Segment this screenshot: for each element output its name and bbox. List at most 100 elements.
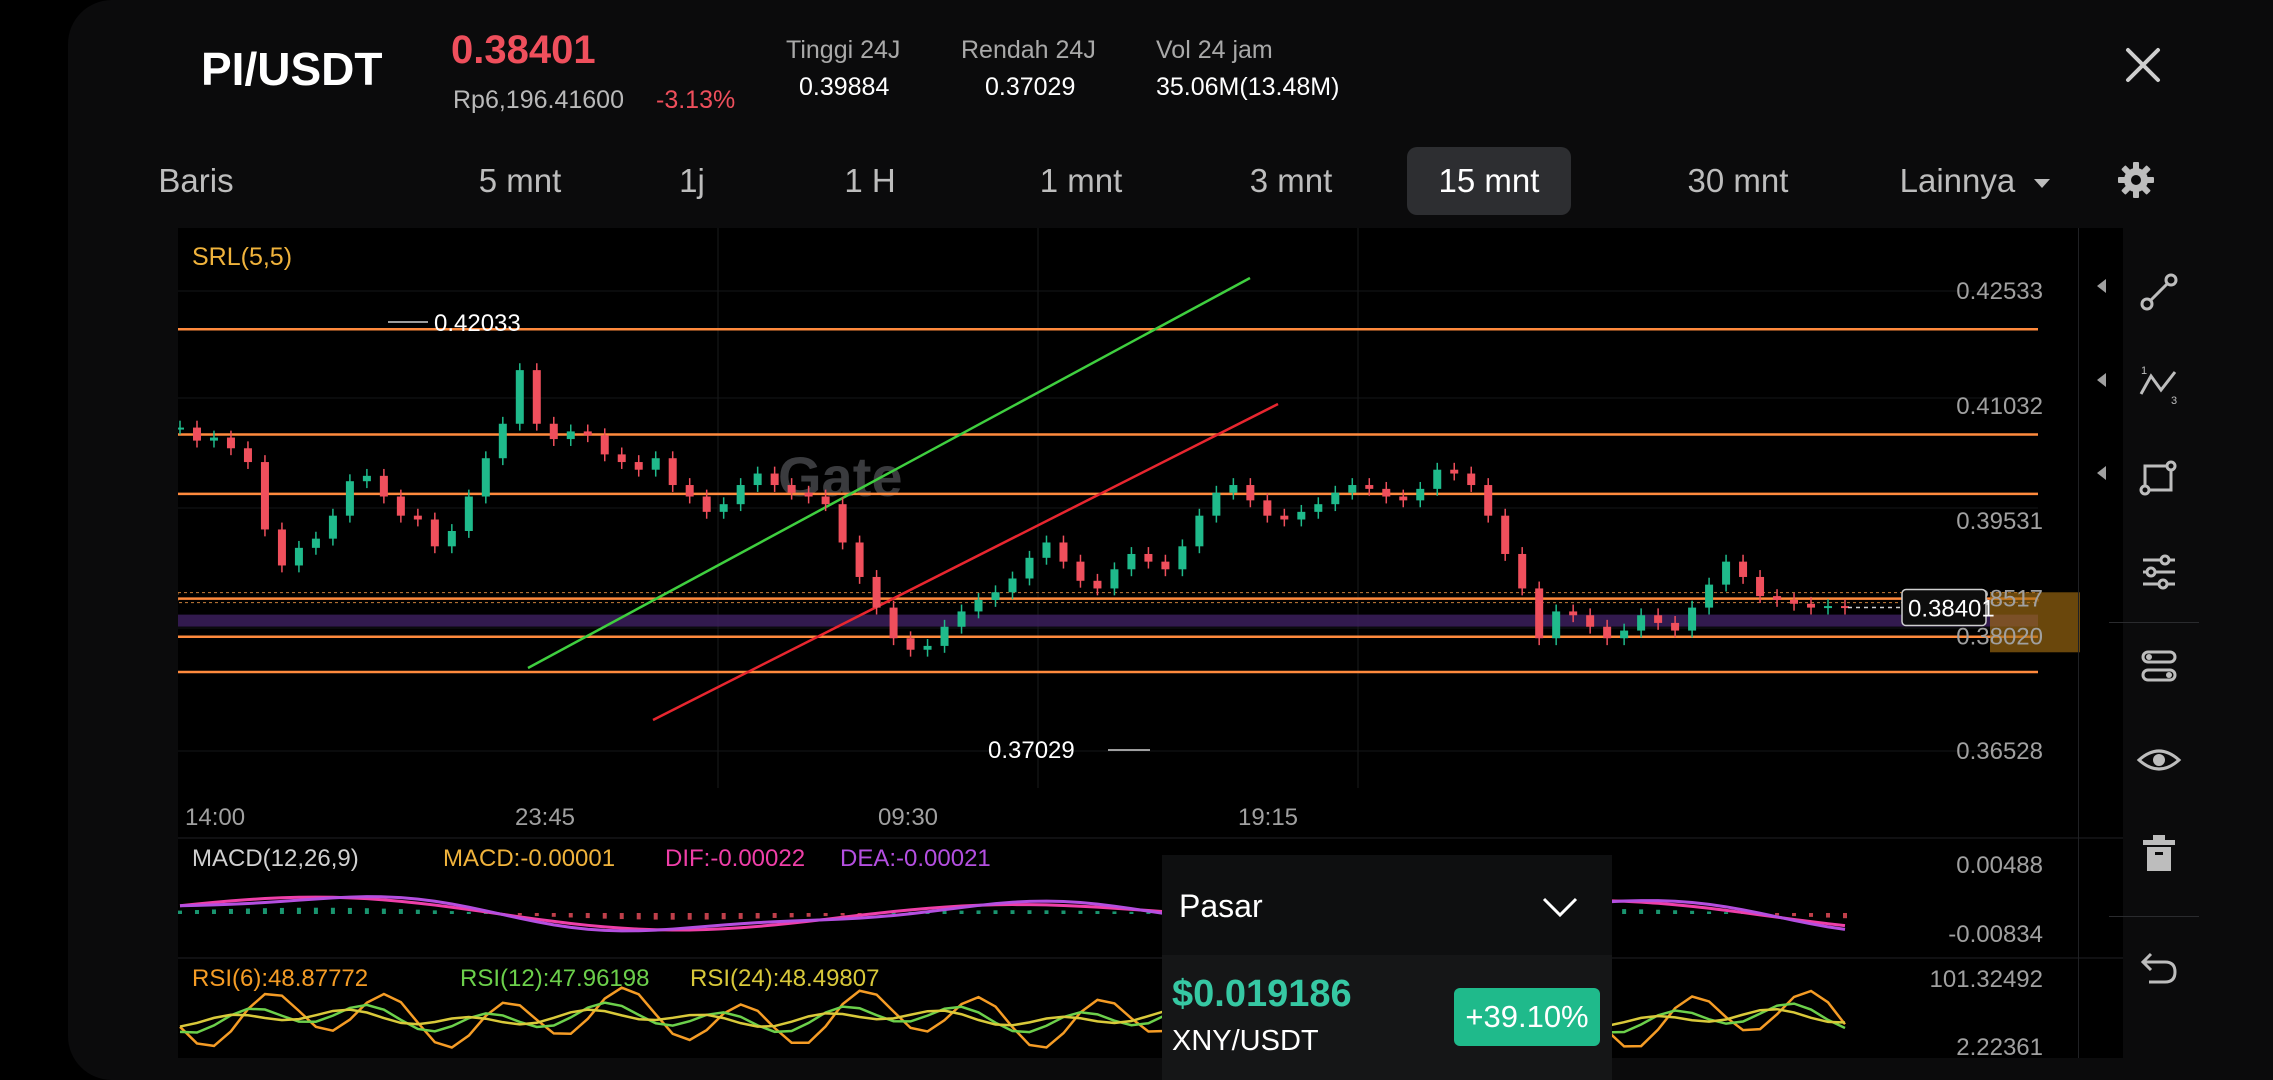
undo-icon[interactable] xyxy=(2135,946,2183,994)
expand-arrow-icon[interactable] xyxy=(2097,279,2106,293)
svg-text:3: 3 xyxy=(2171,395,2177,407)
indicator-tool-icon[interactable] xyxy=(2135,642,2183,690)
candle-body xyxy=(719,504,728,512)
candle-body xyxy=(498,423,507,459)
tab-3-mnt[interactable]: 3 mnt xyxy=(1221,147,1361,215)
low-marker: 0.37029 xyxy=(988,737,1075,764)
close-icon[interactable] xyxy=(2118,40,2168,90)
price-axis-tick: 0.36528 xyxy=(1956,738,2043,765)
macd-histogram-bar xyxy=(704,913,709,920)
eye-icon[interactable] xyxy=(2135,736,2183,784)
interval-tabs: Baris 5 mnt 1j 1 H 1 mnt 3 mnt 15 mnt 30… xyxy=(130,147,2190,215)
candle-body xyxy=(957,611,966,627)
candle-body xyxy=(600,435,609,455)
tab-15-mnt[interactable]: 15 mnt xyxy=(1407,147,1571,215)
rsi-tick-top: 101.32492 xyxy=(1930,966,2043,993)
popup-header[interactable]: Pasar xyxy=(1162,855,1612,955)
candle-body xyxy=(1688,607,1697,631)
candle-body xyxy=(1144,553,1153,562)
macd-histogram-bar xyxy=(1792,913,1797,917)
macd-value: MACD:-0.00001 xyxy=(443,845,615,872)
tab-1-mnt[interactable]: 1 mnt xyxy=(1011,147,1151,215)
candle-body xyxy=(1195,515,1204,547)
candle-body xyxy=(260,462,269,530)
candle-body xyxy=(1586,615,1595,627)
candle-body xyxy=(1263,500,1272,516)
candle-body xyxy=(430,519,439,547)
candle-body xyxy=(1552,611,1561,639)
macd-histogram-bar xyxy=(823,913,828,917)
candle-body xyxy=(1314,504,1323,512)
settings-gear-icon[interactable] xyxy=(2116,160,2156,200)
trash-icon[interactable] xyxy=(2135,830,2183,878)
macd-histogram-bar xyxy=(755,913,760,919)
macd-histogram-bar xyxy=(313,907,318,914)
last-price: 0.38401 xyxy=(451,28,596,72)
candle-body xyxy=(1654,615,1663,623)
macd-histogram-bar xyxy=(1027,910,1032,914)
candle-body xyxy=(396,496,405,516)
market-popup[interactable]: Pasar $0.019186 XNY/USDT +39.10% xyxy=(1162,855,1612,1080)
macd-histogram-bar xyxy=(449,911,454,914)
fib-tool-icon[interactable] xyxy=(2135,548,2183,596)
candle-body xyxy=(1280,515,1289,520)
price-axis-tick: 0.38020 xyxy=(1956,624,2043,651)
candle-body xyxy=(515,370,524,424)
tab-30-mnt[interactable]: 30 mnt xyxy=(1658,147,1818,215)
time-axis-tick: 14:00 xyxy=(185,804,245,831)
candle-body xyxy=(532,370,541,424)
candle-body xyxy=(1008,578,1017,593)
candle-body xyxy=(1297,511,1306,520)
tab-5-mnt[interactable]: 5 mnt xyxy=(460,147,580,215)
tab-lainnya[interactable]: Lainnya xyxy=(1890,147,2060,215)
candle-body xyxy=(804,492,813,497)
rsi-tick-bottom: 2.22361 xyxy=(1956,1034,2043,1058)
candle-body xyxy=(362,475,371,482)
candle-body xyxy=(192,427,201,441)
macd-histogram-bar xyxy=(1707,911,1712,914)
tab-1-h[interactable]: 1 H xyxy=(830,147,910,215)
macd-histogram-bar xyxy=(245,908,250,914)
macd-histogram-bar xyxy=(279,907,284,914)
macd-dea: DEA:-0.00021 xyxy=(840,845,991,872)
expand-arrow-icon[interactable] xyxy=(2097,466,2106,480)
macd-histogram-bar xyxy=(653,913,658,920)
candle-body xyxy=(1739,561,1748,577)
candle-body xyxy=(668,458,677,486)
candle-body xyxy=(685,485,694,497)
candle-body xyxy=(1433,469,1442,489)
candle-body xyxy=(1331,492,1340,505)
macd-histogram-bar xyxy=(1078,910,1083,914)
shape-tool-icon[interactable] xyxy=(2135,454,2183,502)
candle-body xyxy=(1348,485,1357,493)
macd-histogram-bar xyxy=(1010,910,1015,914)
high-marker: 0.42033 xyxy=(434,310,521,337)
popup-pair: XNY/USDT xyxy=(1172,1025,1319,1057)
candlestick-chart[interactable]: Gate 0.425330.410320.395310.385170.38020… xyxy=(178,228,2123,1058)
candle-body xyxy=(736,485,745,505)
chevron-down-icon[interactable] xyxy=(1540,895,1580,919)
expand-arrow-icon[interactable] xyxy=(2097,373,2106,387)
macd-dif: DIF:-0.00022 xyxy=(665,845,805,872)
macd-histogram-bar xyxy=(211,909,216,914)
candle-body xyxy=(940,626,949,646)
macd-histogram-bar xyxy=(432,910,437,914)
candle-body xyxy=(1637,615,1646,631)
candle-body xyxy=(583,431,592,436)
wave-tool-icon[interactable]: 1 3 xyxy=(2135,360,2183,408)
macd-histogram-bar xyxy=(178,910,182,914)
candle-body xyxy=(1518,553,1527,589)
band-purple xyxy=(178,614,2038,627)
candle-body xyxy=(1161,561,1170,570)
macd-histogram-bar xyxy=(262,908,267,914)
candle-body xyxy=(872,576,881,608)
macd-histogram-bar xyxy=(228,908,233,914)
macd-histogram-bar xyxy=(364,908,369,914)
candle-body xyxy=(1178,546,1187,570)
trendline-tool-icon[interactable] xyxy=(2135,268,2183,316)
macd-histogram-bar xyxy=(942,911,947,914)
tab-baris[interactable]: Baris xyxy=(140,147,252,215)
candle-body xyxy=(1365,485,1374,489)
macd-histogram-bar xyxy=(517,913,522,916)
tab-1j[interactable]: 1j xyxy=(662,147,722,215)
